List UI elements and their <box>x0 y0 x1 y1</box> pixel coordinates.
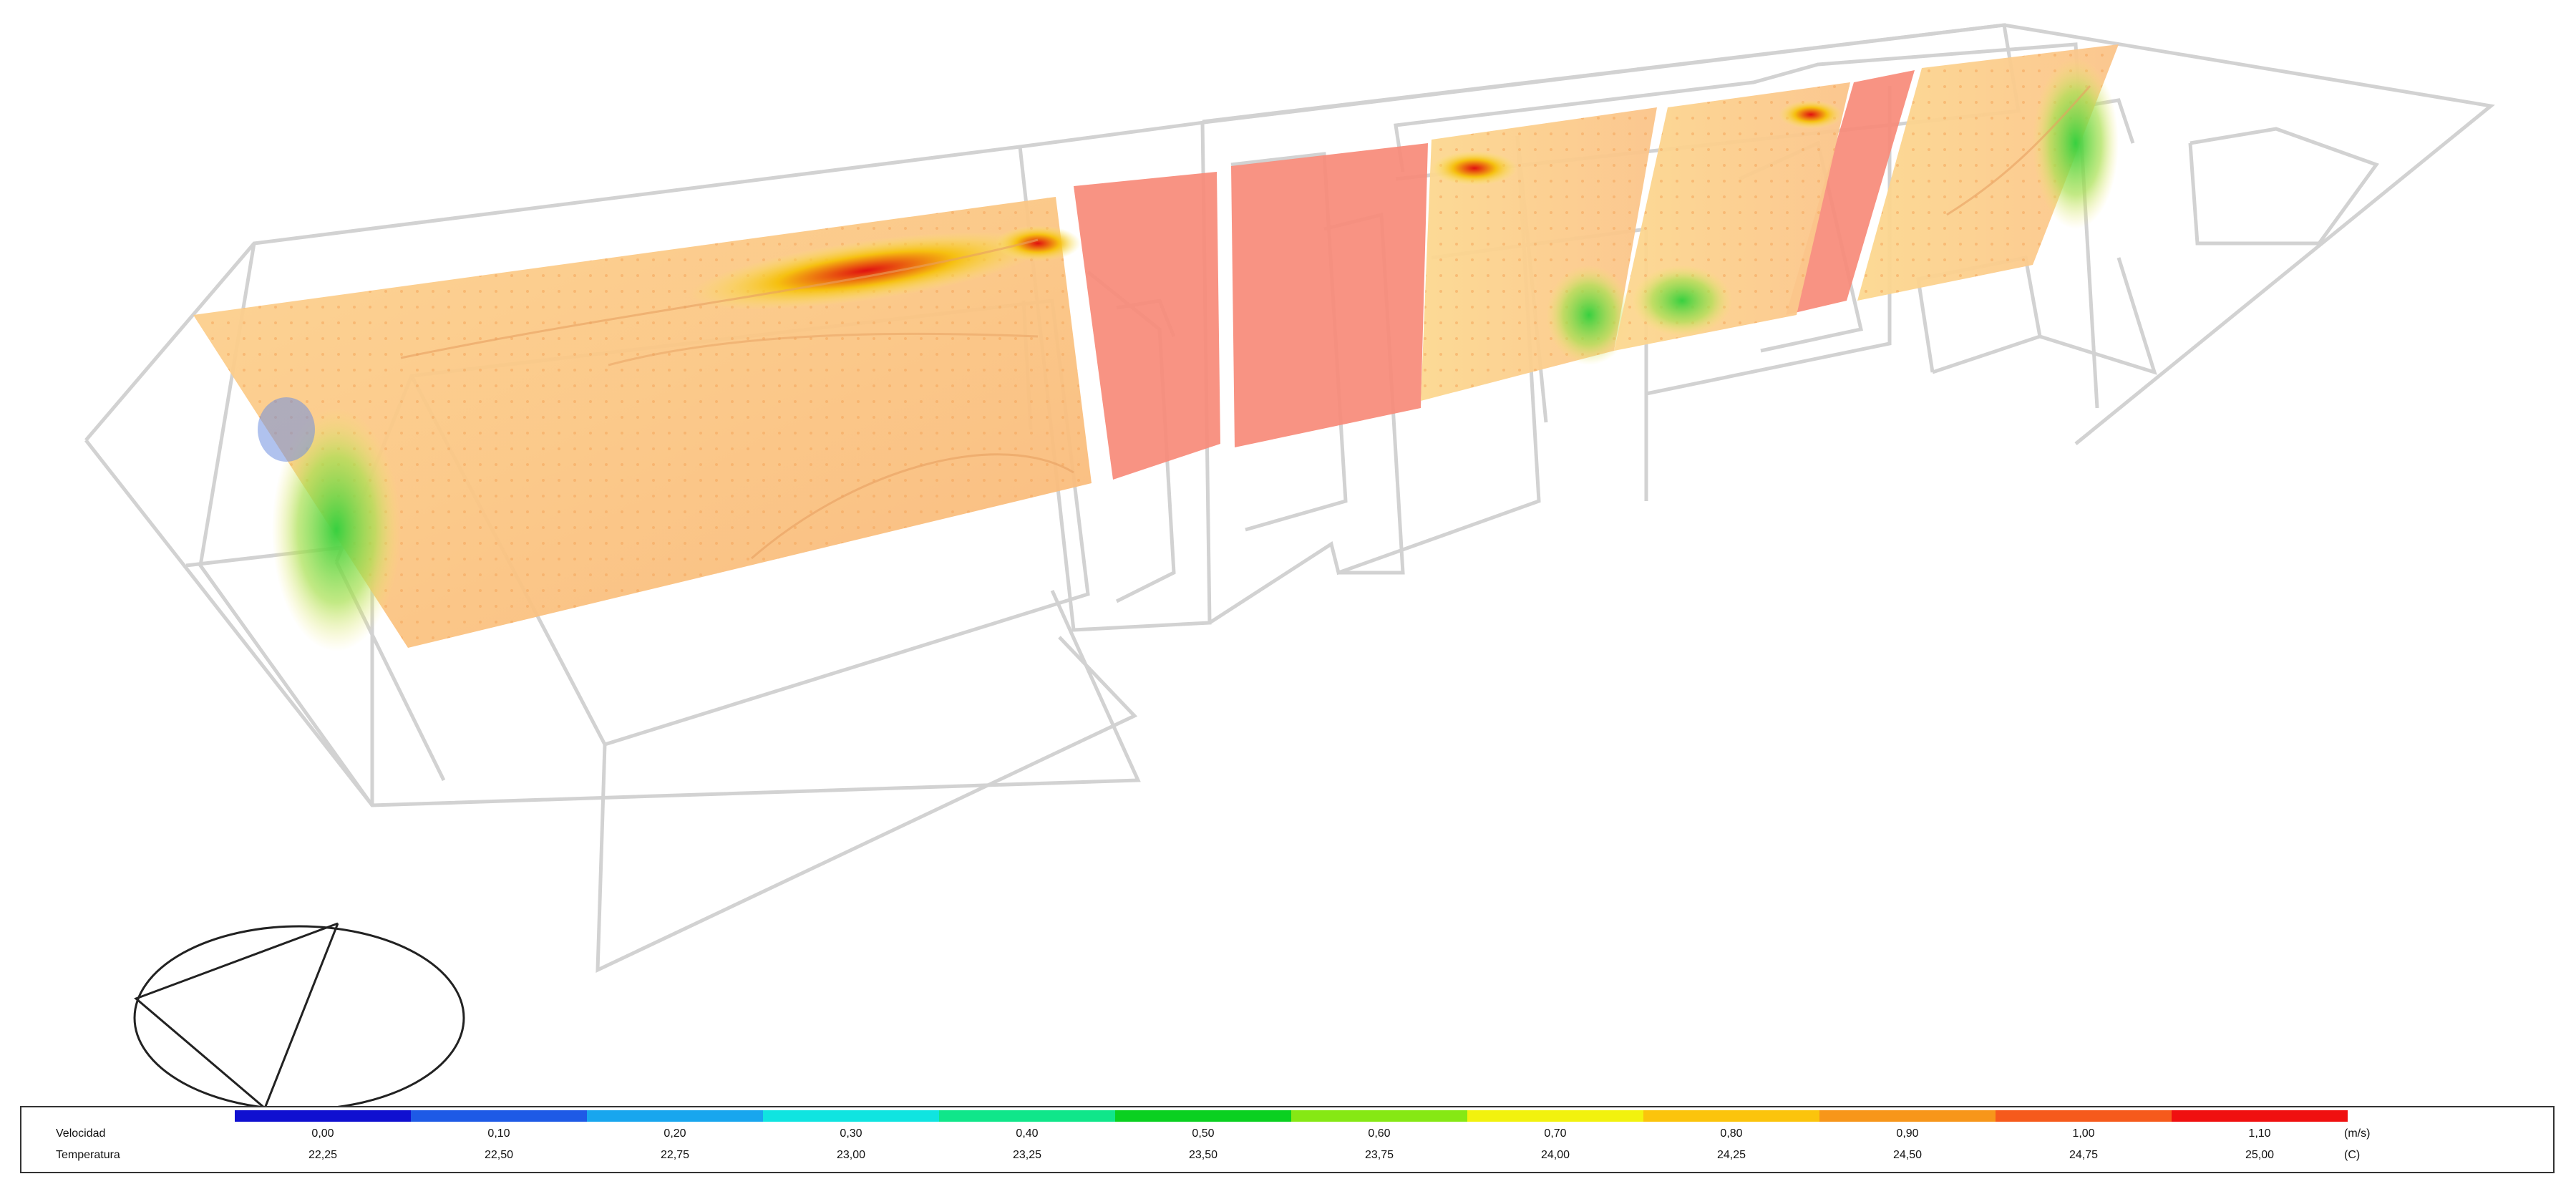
velocity-tick: 0,80 <box>1720 1127 1743 1140</box>
temperature-tick: 22,50 <box>484 1149 514 1161</box>
legend-swatch <box>2172 1110 2348 1122</box>
legend-swatch <box>235 1110 411 1122</box>
velocity-tick: 0,40 <box>1016 1127 1039 1140</box>
legend-swatch <box>1467 1110 1643 1122</box>
temperature-tick: 23,00 <box>836 1149 866 1161</box>
temperature-unit: (C) <box>2344 1149 2361 1161</box>
temperature-tick: 25,00 <box>2245 1149 2275 1161</box>
section-plane-left <box>193 197 1092 651</box>
velocity-tick: 0,70 <box>1544 1127 1567 1140</box>
legend-swatch <box>411 1110 587 1122</box>
velocity-tick: 0,60 <box>1368 1127 1391 1140</box>
temperature-label: Temperatura <box>56 1149 120 1161</box>
temperature-tick: 22,25 <box>308 1149 338 1161</box>
temperature-tick: 24,25 <box>1716 1149 1746 1161</box>
velocity-tick: 0,20 <box>664 1127 686 1140</box>
legend-swatch <box>763 1110 939 1122</box>
legend-swatch <box>1291 1110 1467 1122</box>
temperature-tick: 24,50 <box>1892 1149 1923 1161</box>
temperature-tick: 23,50 <box>1188 1149 1218 1161</box>
legend-swatch <box>939 1110 1115 1122</box>
cfd-3d-view <box>84 23 2495 1111</box>
velocity-tick: 0,10 <box>487 1127 510 1140</box>
color-legend: Velocidad Temperatura 0,00 0,10 0,20 0,30 0,… <box>20 1106 2555 1173</box>
temperature-tick: 24,75 <box>2069 1149 2099 1161</box>
temperature-tick: 24,00 <box>1540 1149 1570 1161</box>
orientation-indicator-icon <box>133 922 465 1111</box>
velocity-tick: 0,50 <box>1192 1127 1215 1140</box>
legend-swatch <box>1996 1110 2172 1122</box>
velocity-tick: 1,00 <box>2072 1127 2095 1140</box>
legend-swatch <box>587 1110 763 1122</box>
velocity-tick: 1,10 <box>2248 1127 2271 1140</box>
velocity-tick: 0,00 <box>311 1127 334 1140</box>
temperature-tick: 23,25 <box>1012 1149 1042 1161</box>
legend-swatch <box>1643 1110 1819 1122</box>
velocity-unit: (m/s) <box>2344 1127 2371 1140</box>
temperature-tick: 23,75 <box>1364 1149 1394 1161</box>
legend-swatch <box>1115 1110 1291 1122</box>
velocity-tick: 0,30 <box>840 1127 862 1140</box>
velocity-tick: 0,90 <box>1896 1127 1919 1140</box>
legend-swatch <box>1819 1110 1996 1122</box>
temperature-tick: 22,75 <box>660 1149 690 1161</box>
velocity-label: Velocidad <box>56 1127 106 1140</box>
